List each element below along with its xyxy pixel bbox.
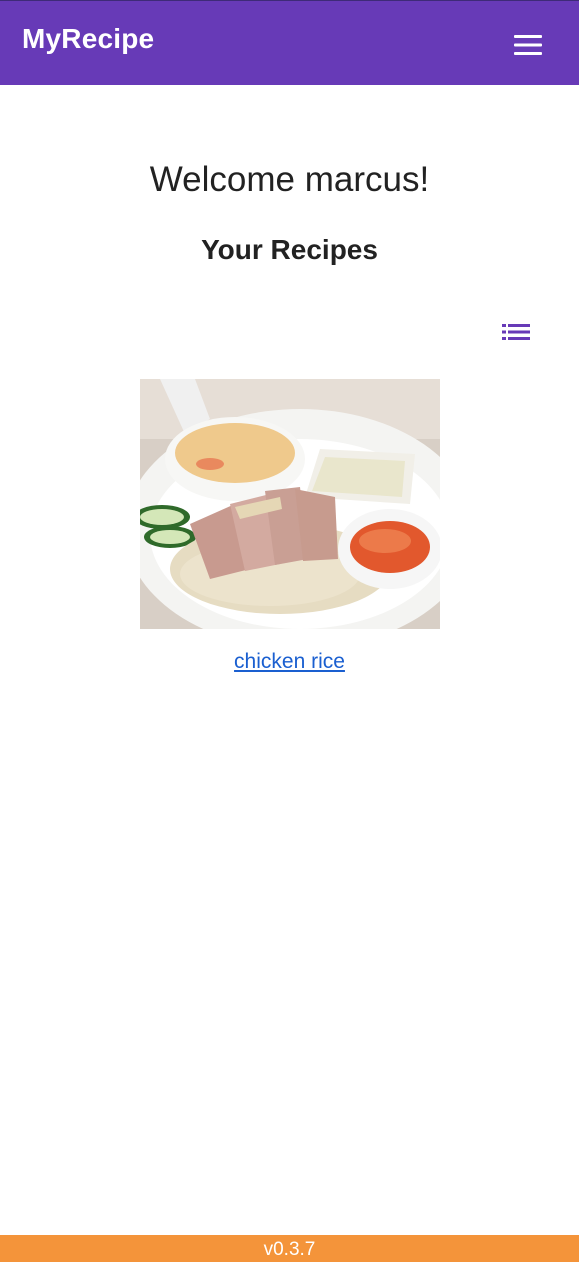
welcome-heading: Welcome marcus!	[149, 160, 430, 199]
recipe-card[interactable]	[140, 379, 440, 629]
your-recipes-heading: Your Recipes	[201, 234, 378, 265]
list-view-icon	[502, 324, 530, 340]
recipe-link-chicken-rice[interactable]: chicken rice	[0, 650, 579, 674]
list-view-toggle-button[interactable]	[499, 318, 533, 346]
app-bar: MyRecipe	[0, 1, 579, 85]
menu-button[interactable]	[506, 27, 550, 63]
version-footer: v0.3.7	[0, 1235, 579, 1262]
page: MyRecipe Welcome marcus! Your Recipes ch…	[0, 0, 579, 1262]
recipe-image[interactable]	[140, 379, 440, 629]
app-title[interactable]: MyRecipe	[22, 23, 154, 55]
hamburger-menu-icon	[514, 35, 542, 55]
